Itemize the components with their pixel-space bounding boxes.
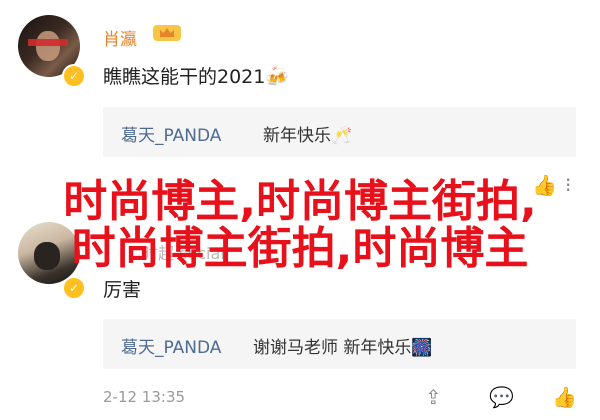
share-icon[interactable]: ⇪ bbox=[425, 385, 442, 409]
avatar-accent bbox=[28, 39, 68, 46]
verified-badge-icon: ✓ bbox=[62, 276, 86, 300]
verified-badge-icon: ✓ bbox=[62, 64, 86, 88]
comment-icon[interactable]: 💬 bbox=[489, 385, 514, 409]
comment-item: ✓ 肖瀛 瞧瞧这能干的2021🍻 👍 ⁝ 葛天_PANDA 新年快乐🥂 bbox=[0, 0, 600, 197]
reply-author[interactable]: 葛天_PANDA bbox=[121, 333, 221, 358]
comment-text: 厉害 bbox=[103, 279, 142, 301]
avatar-face bbox=[36, 31, 60, 61]
overlay-title-line-2: 时尚博主街拍,时尚博主 bbox=[71, 223, 529, 274]
comment-text: 瞧瞧这能干的2021🍻 bbox=[103, 66, 290, 88]
timestamp: 2-12 13:35 bbox=[103, 388, 186, 406]
username[interactable]: 肖瀛 bbox=[103, 25, 137, 50]
vip-crown-icon bbox=[153, 25, 181, 41]
reply-text: 谢谢马老师 新年快乐🎆 bbox=[253, 338, 433, 358]
reply-author[interactable]: 葛天_PANDA bbox=[121, 121, 221, 146]
like-icon[interactable]: 👍 bbox=[552, 385, 577, 409]
reply-text: 新年快乐🥂 bbox=[263, 126, 353, 146]
reply-box[interactable]: 葛天_PANDA 谢谢马老师 新年快乐🎆 bbox=[103, 319, 576, 369]
reply-box[interactable]: 葛天_PANDA 新年快乐🥂 bbox=[103, 107, 576, 157]
